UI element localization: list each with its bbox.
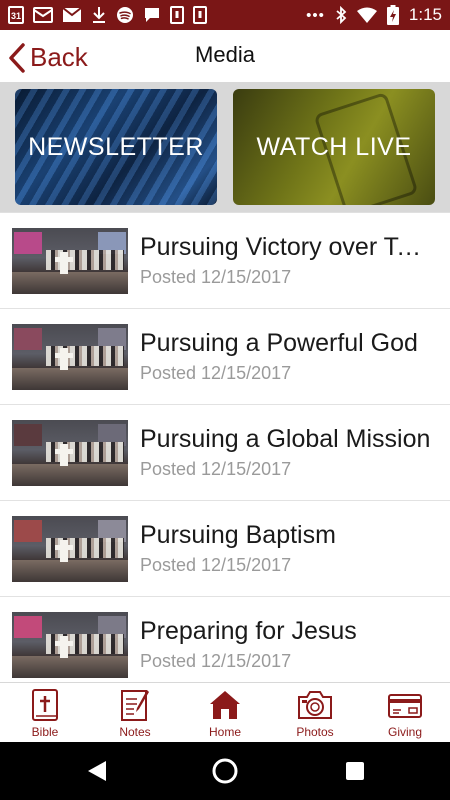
more-dots-icon: ••• — [306, 6, 325, 24]
bible-icon — [32, 689, 58, 721]
chat-icon — [143, 6, 161, 24]
clock: 1:15 — [408, 5, 442, 24]
app-header: Back Media — [0, 30, 450, 82]
mail-icon — [33, 6, 53, 24]
item-date: Posted 12/15/2017 — [140, 651, 292, 671]
item-title: Pursuing Baptism — [140, 521, 336, 549]
item-title: Preparing for Jesus — [140, 617, 357, 645]
battery-icon — [386, 5, 399, 25]
wifi-icon — [356, 6, 377, 24]
spotify-icon — [116, 6, 134, 24]
recents-square-icon[interactable] — [345, 761, 365, 781]
tab-home[interactable]: Home — [180, 683, 270, 742]
list-item[interactable]: Pursuing Baptism Posted 12/15/2017 — [0, 501, 450, 597]
watch-live-label: WATCH LIVE — [256, 132, 412, 161]
card-icon — [388, 694, 422, 718]
item-title: Pursuing a Global Mission — [140, 425, 431, 453]
home-icon — [210, 691, 240, 719]
list-item[interactable]: Preparing for Jesus Posted 12/15/2017 — [0, 597, 450, 682]
sermon-thumbnail — [12, 515, 128, 582]
status-bar: 31 ••• 1:15 — [0, 0, 450, 30]
newsletter-label: NEWSLETTER — [28, 132, 204, 161]
notification-icons: 31 — [8, 6, 207, 24]
calendar-icon: 31 — [8, 6, 24, 24]
download-icon — [91, 6, 107, 24]
notes-icon — [121, 690, 149, 721]
email-icon — [62, 6, 82, 24]
watch-live-banner[interactable]: WATCH LIVE — [233, 89, 435, 205]
system-navigation-bar — [0, 742, 450, 800]
tab-label: Notes — [119, 725, 151, 739]
home-circle-icon[interactable] — [212, 758, 238, 784]
app-icon — [193, 6, 207, 24]
app-icon — [170, 6, 184, 24]
media-list: Pursuing Victory over Te… Posted 12/15/2… — [0, 212, 450, 682]
list-item[interactable]: Pursuing a Powerful God Posted 12/15/201… — [0, 309, 450, 405]
tab-bible[interactable]: Bible — [0, 683, 90, 742]
tab-photos[interactable]: Photos — [270, 683, 360, 742]
list-item[interactable]: Pursuing Victory over Te… Posted 12/15/2… — [0, 213, 450, 309]
page-title: Media — [195, 42, 255, 67]
tab-label: Giving — [387, 725, 422, 739]
banner-strip: NEWSLETTER WATCH LIVE — [0, 82, 450, 212]
tab-giving[interactable]: Giving — [360, 683, 450, 742]
camera-icon — [298, 691, 332, 719]
sermon-thumbnail — [12, 611, 128, 678]
sermon-thumbnail — [12, 227, 128, 294]
back-triangle-icon[interactable] — [86, 759, 108, 783]
item-title: Pursuing Victory over Te… — [140, 233, 436, 261]
tab-label: Bible — [31, 725, 59, 739]
item-date: Posted 12/15/2017 — [140, 459, 292, 479]
item-title: Pursuing a Powerful God — [140, 329, 418, 357]
system-icons: ••• 1:15 — [306, 5, 442, 25]
item-date: Posted 12/15/2017 — [140, 555, 292, 575]
sermon-thumbnail — [12, 323, 128, 390]
item-date: Posted 12/15/2017 — [140, 267, 292, 287]
sermon-thumbnail — [12, 419, 128, 486]
list-item[interactable]: Pursuing a Global Mission Posted 12/15/2… — [0, 405, 450, 501]
bluetooth-icon — [335, 6, 347, 24]
bottom-tab-bar: Bible Notes Home Photos Giving — [0, 682, 450, 742]
tab-label: Photos — [296, 725, 334, 739]
item-date: Posted 12/15/2017 — [140, 363, 292, 383]
tab-label: Home — [208, 725, 241, 739]
newsletter-banner[interactable]: NEWSLETTER — [15, 89, 217, 205]
tab-notes[interactable]: Notes — [90, 683, 180, 742]
